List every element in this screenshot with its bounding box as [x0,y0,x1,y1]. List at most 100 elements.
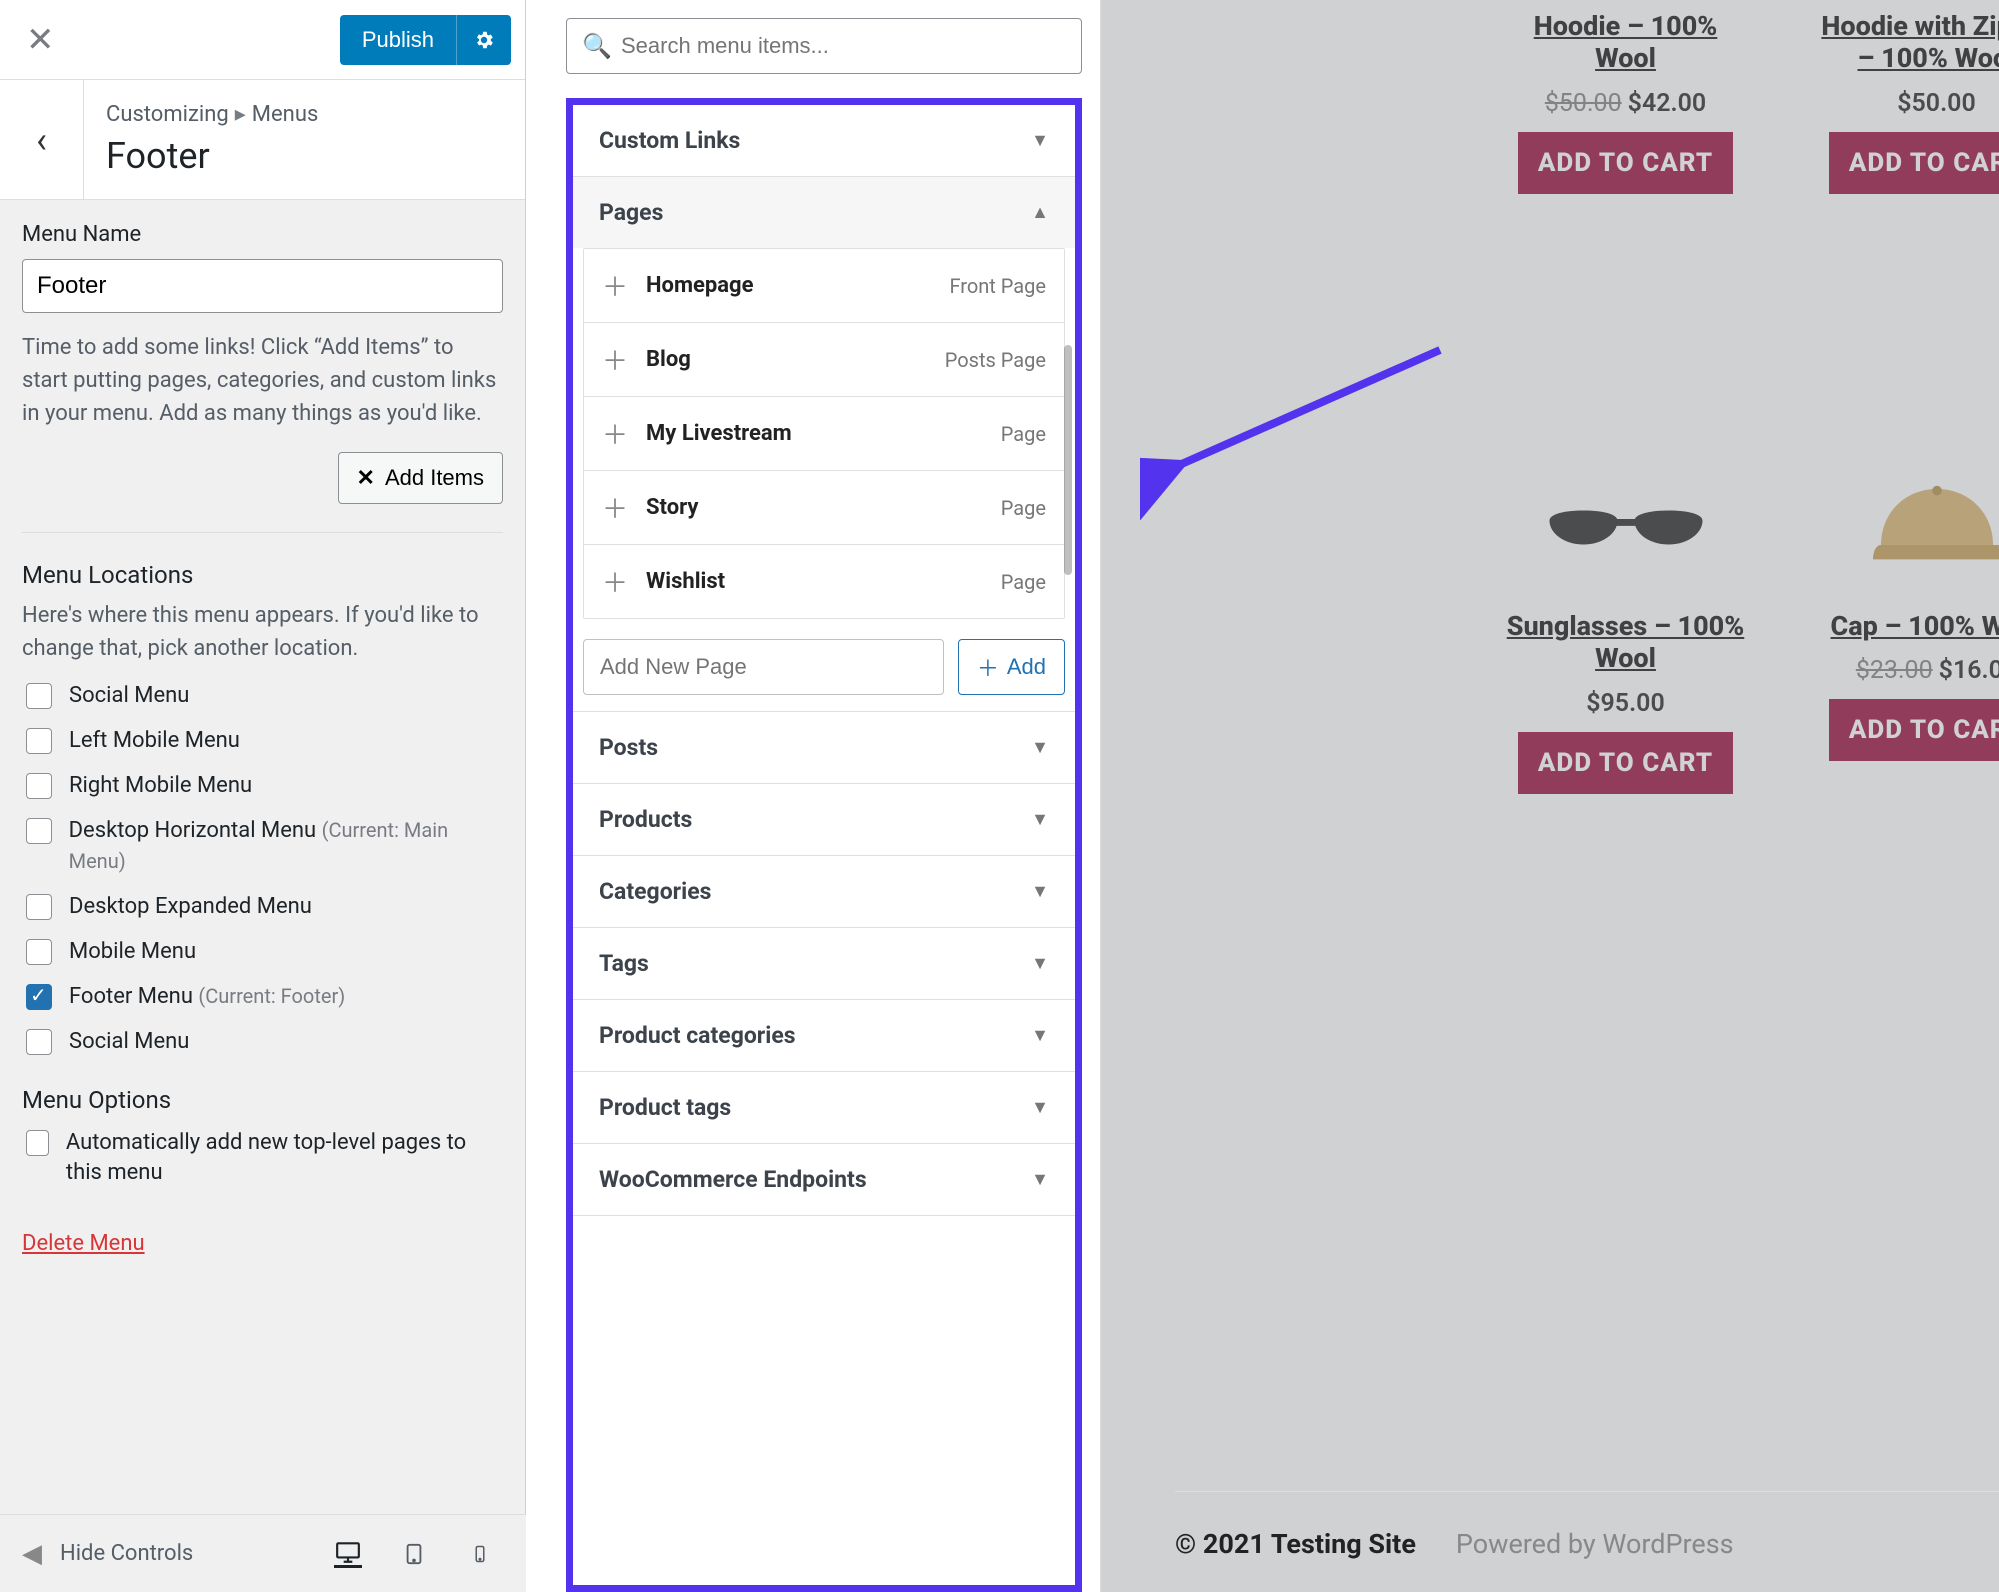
menu-location-checkbox[interactable] [26,683,52,709]
page-item[interactable]: ＋HomepageFront Page [584,249,1064,323]
page-item[interactable]: ＋ Blog Posts Page [584,323,1064,397]
page-item-type: Posts Page [945,348,1046,372]
menu-options-heading: Menu Options [22,1086,503,1114]
add-to-cart-button[interactable]: ADD TO CART [1518,732,1733,794]
search-icon: 🔍 [582,32,612,60]
back-button[interactable]: ‹ [0,80,84,199]
caret-down-icon: ▼ [1031,953,1049,974]
plus-icon: ＋ [602,267,628,304]
caret-down-icon: ▼ [1031,1097,1049,1118]
menu-location-option[interactable]: Mobile Menu [22,937,503,968]
add-items-button[interactable]: ✕ Add Items [338,452,503,504]
mobile-preview-icon[interactable] [466,1540,494,1568]
desktop-preview-icon[interactable] [334,1540,362,1568]
menu-name-input[interactable] [22,259,503,313]
sunglasses-icon [1541,495,1711,555]
plus-icon: ＋ [977,651,999,683]
menu-location-checkbox[interactable] [26,773,52,799]
menu-location-checkbox[interactable] [26,894,52,920]
site-preview: Hoodie – 100% Wool $50.00$42.00 ADD TO C… [1101,0,1999,1592]
menu-location-checkbox[interactable] [26,1029,52,1055]
menu-location-label: Mobile Menu [69,937,196,968]
add-to-cart-button[interactable]: ADD TO CART [1829,132,1999,194]
product-image[interactable] [1503,450,1748,600]
menu-location-label: Right Mobile Menu [69,771,252,802]
auto-add-pages-label: Automatically add new top-level pages to… [66,1128,503,1190]
page-item[interactable]: ＋My LivestreamPage [584,397,1064,471]
menu-location-checkbox[interactable] [26,939,52,965]
accordion-products[interactable]: Products▼ [573,784,1075,855]
close-icon[interactable]: ✕ [26,20,55,60]
empty-menu-hint: Time to add some links! Click “Add Items… [22,331,503,430]
page-item[interactable]: ＋StoryPage [584,471,1064,545]
accordion-posts[interactable]: Posts▼ [573,712,1075,783]
breadcrumb: Customizing▸Menus [106,102,318,127]
add-new-page-input[interactable] [583,639,944,695]
menu-location-option[interactable]: Left Mobile Menu [22,726,503,757]
page-item-name: Wishlist [646,569,725,594]
menu-location-option[interactable]: Desktop Horizontal Menu (Current: Main M… [22,816,503,878]
product-old-price: $23.00 [1856,656,1933,685]
menu-location-option[interactable]: Footer Menu (Current: Footer) [22,982,503,1013]
delete-menu-link[interactable]: Delete Menu [22,1231,145,1256]
menu-location-label: Desktop Expanded Menu [69,892,312,923]
plus-icon: ＋ [602,341,628,378]
publish-settings-button[interactable] [456,15,511,65]
menu-location-checkbox[interactable] [26,728,52,754]
highlight-annotation: Custom Links▼ Pages▲ ＋HomepageFront Page… [566,98,1082,1592]
page-item-type: Page [1001,496,1046,520]
product-card: Hoodie with Zipper – 100% Wool $50.00 AD… [1814,0,1999,194]
product-title[interactable]: Hoodie – 100% Wool [1503,10,1748,75]
menu-location-option[interactable]: Social Menu [22,681,503,712]
product-title[interactable]: Sunglasses – 100% Wool [1503,610,1748,675]
menu-locations-heading: Menu Locations [22,561,503,589]
accordion-pages[interactable]: Pages▲ [573,177,1075,248]
menu-location-option[interactable]: Right Mobile Menu [22,771,503,802]
product-price: $50.00 [1897,89,1976,118]
search-menu-items-input[interactable] [566,18,1082,74]
page-item-name: My Livestream [646,421,792,446]
add-to-cart-button[interactable]: ADD TO CART [1829,699,1999,761]
product-image[interactable] [1814,450,1999,600]
product-title[interactable]: Hoodie with Zipper – 100% Wool [1814,10,1999,75]
footer-powered-by[interactable]: Powered by WordPress [1456,1528,1734,1560]
page-title: Footer [106,135,318,177]
accordion-product-tags[interactable]: Product tags▼ [573,1072,1075,1143]
accordion-product-categories[interactable]: Product categories▼ [573,1000,1075,1071]
product-card: Sunglasses – 100% Wool $95.00 ADD TO CAR… [1503,450,1748,794]
gear-icon [473,29,495,51]
auto-add-pages-checkbox[interactable] [26,1130,49,1156]
page-item[interactable]: ＋WishlistPage [584,545,1064,618]
auto-add-pages-option[interactable]: Automatically add new top-level pages to… [22,1128,503,1190]
caret-up-icon: ▲ [1031,202,1049,223]
accordion-categories[interactable]: Categories▼ [573,856,1075,927]
page-item-name: Blog [646,347,691,372]
caret-down-icon: ▼ [1031,737,1049,758]
add-to-cart-button[interactable]: ADD TO CART [1518,132,1733,194]
panel-header: ‹ Customizing▸Menus Footer [0,80,525,200]
page-item-type: Front Page [949,274,1046,298]
menu-location-label: Desktop Horizontal Menu (Current: Main M… [69,816,503,878]
tablet-preview-icon[interactable] [400,1540,428,1568]
menu-location-option[interactable]: Social Menu [22,1027,503,1058]
collapse-icon[interactable]: ◀ [22,1539,42,1569]
hide-controls-button[interactable]: Hide Controls [60,1541,193,1566]
publish-button[interactable]: Publish [340,15,456,65]
caret-down-icon: ▼ [1031,130,1049,151]
menu-locations-desc: Here's where this menu appears. If you'd… [22,599,503,665]
accordion-wc-endpoints[interactable]: WooCommerce Endpoints▼ [573,1144,1075,1215]
product-old-price: $50.00 [1545,89,1622,118]
site-footer: © 2021 Testing Site Powered by WordPress [1175,1528,1734,1560]
add-new-page-button[interactable]: ＋Add [958,639,1065,695]
accordion-tags[interactable]: Tags▼ [573,928,1075,999]
menu-location-option[interactable]: Desktop Expanded Menu [22,892,503,923]
menu-location-checkbox[interactable] [26,984,52,1010]
caret-down-icon: ▼ [1031,809,1049,830]
customizer-sidebar: ✕ Publish ‹ Customizing▸Menus Footer Men… [0,0,526,1514]
menu-location-checkbox[interactable] [26,818,52,844]
scrollbar[interactable] [1064,345,1072,575]
accordion-custom-links[interactable]: Custom Links▼ [573,105,1075,176]
caret-down-icon: ▼ [1031,881,1049,902]
close-icon: ✕ [357,465,375,491]
product-title[interactable]: Cap – 100% Wool [1814,610,1999,642]
